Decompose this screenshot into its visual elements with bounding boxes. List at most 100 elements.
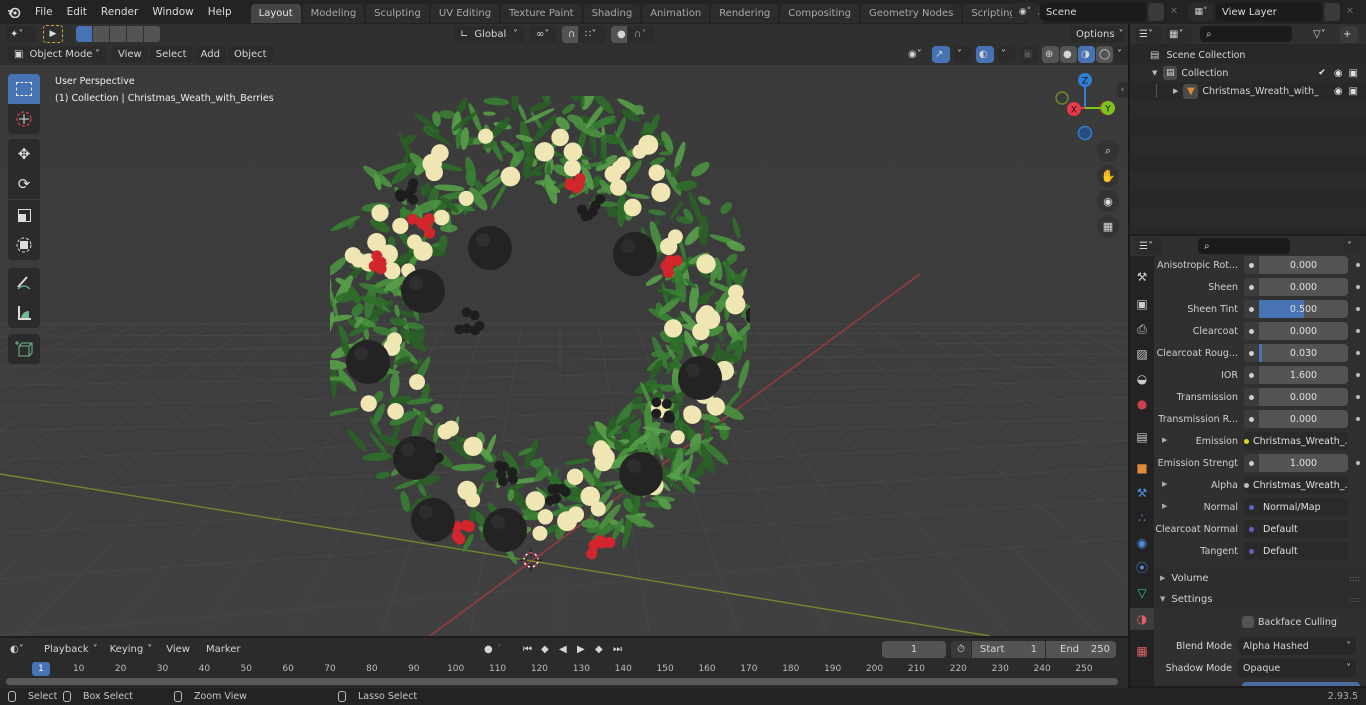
- timeline-scrollbar[interactable]: [6, 678, 1118, 685]
- select-extend-icon[interactable]: [93, 26, 109, 42]
- outliner-editor-type-button[interactable]: ☰˅: [1136, 25, 1162, 43]
- end-frame-field[interactable]: End 250: [1046, 641, 1116, 658]
- overlay-toggle[interactable]: ◐: [976, 46, 994, 63]
- blender-logo-icon[interactable]: [0, 6, 28, 18]
- zoom-view-icon[interactable]: ⌕: [1097, 140, 1119, 162]
- annotate-tool[interactable]: [8, 268, 40, 298]
- keyframe-dot-icon[interactable]: [1356, 329, 1360, 333]
- expand-arrow-icon[interactable]: ▶: [1162, 502, 1167, 510]
- socket-icon[interactable]: [1244, 388, 1259, 406]
- property-value-field[interactable]: 1.000: [1244, 454, 1348, 472]
- scene-selector-icon[interactable]: ◉˅: [1012, 3, 1038, 21]
- properties-search-input[interactable]: ⌕: [1198, 238, 1290, 254]
- display-mode-dropdown[interactable]: ▦˅: [1166, 25, 1192, 43]
- jump-to-next-keyframe-icon[interactable]: ◆: [592, 641, 609, 658]
- select-subtract-icon[interactable]: [110, 26, 126, 42]
- select-intersect-icon[interactable]: [144, 26, 160, 42]
- timeline-menu-view[interactable]: View: [158, 641, 198, 658]
- sidebar-toggle-icon[interactable]: ‹: [1117, 82, 1128, 98]
- play-reverse-icon[interactable]: ◀: [556, 641, 573, 658]
- select-new-icon[interactable]: [76, 26, 92, 42]
- filter-dropdown[interactable]: ▽˅: [1310, 26, 1336, 43]
- menu-file[interactable]: File: [28, 0, 60, 24]
- outliner-row-scene-collection[interactable]: ▤ Scene Collection: [1130, 46, 1366, 64]
- world-tab-icon[interactable]: ●: [1130, 393, 1154, 415]
- scale-tool[interactable]: [8, 200, 40, 230]
- property-value-field[interactable]: 0.000: [1244, 322, 1348, 340]
- viewport-menu-add[interactable]: Add: [194, 46, 226, 63]
- transform-tool[interactable]: [8, 230, 40, 260]
- snap-toggle[interactable]: ∩: [562, 26, 578, 43]
- scene-name-field[interactable]: Scene: [1040, 3, 1146, 21]
- proportional-falloff-dropdown[interactable]: ∩˅: [628, 26, 654, 43]
- keyframe-dot-icon[interactable]: [1356, 395, 1360, 399]
- socket-icon[interactable]: [1244, 300, 1259, 318]
- keyframe-dot-icon[interactable]: [1356, 351, 1360, 355]
- cursor-tool[interactable]: [8, 104, 40, 134]
- viewport-menu-object[interactable]: Object: [227, 46, 273, 63]
- shading-options-dropdown[interactable]: ˅: [1114, 46, 1128, 63]
- socket-icon[interactable]: [1244, 256, 1259, 274]
- camera-icon[interactable]: ▣: [1349, 86, 1358, 97]
- scene-tab-icon[interactable]: ◒: [1130, 368, 1154, 390]
- volume-panel-header[interactable]: ▶ Volume ::::: [1154, 568, 1366, 588]
- camera-view-icon[interactable]: ◉: [1097, 190, 1119, 212]
- data-tab-icon[interactable]: ▽: [1130, 582, 1154, 604]
- particles-tab-icon[interactable]: ∴: [1130, 507, 1154, 529]
- expand-arrow-icon[interactable]: ▶: [1173, 87, 1178, 95]
- tab-uv-editing[interactable]: UV Editing: [430, 4, 500, 23]
- tab-sculpting[interactable]: Sculpting: [366, 4, 429, 23]
- exclude-checkbox[interactable]: ✔: [1318, 68, 1326, 78]
- properties-options-dropdown[interactable]: ˅: [1344, 237, 1360, 255]
- property-link-field[interactable]: Christmas_Wreath_...: [1244, 432, 1348, 450]
- snap-target-dropdown[interactable]: ∷˅: [579, 26, 605, 43]
- new-view-layer-icon[interactable]: [1324, 3, 1340, 21]
- add-cube-tool[interactable]: [8, 334, 40, 364]
- overlay-dropdown[interactable]: ˅: [998, 46, 1016, 63]
- socket-icon[interactable]: [1244, 498, 1259, 516]
- keyframe-dot-icon[interactable]: [1356, 307, 1360, 311]
- blend-mode-dropdown[interactable]: Alpha Hashed ˅: [1238, 637, 1356, 655]
- gizmo-dropdown[interactable]: ˅: [954, 46, 972, 63]
- modifier-tab-icon[interactable]: ⚒: [1130, 482, 1154, 504]
- gizmo-toggle[interactable]: ↗: [932, 46, 950, 63]
- keyframe-dot-icon[interactable]: [1356, 373, 1360, 377]
- property-link-field[interactable]: Christmas_Wreath_...: [1244, 476, 1348, 494]
- viewport-menu-view[interactable]: View: [112, 46, 148, 63]
- property-value-field[interactable]: 0.000: [1244, 278, 1348, 296]
- play-icon[interactable]: ▶: [574, 641, 591, 658]
- timeline-menu-marker[interactable]: Marker: [198, 641, 249, 658]
- constraints-tab-icon[interactable]: ⦿: [1130, 557, 1154, 579]
- tab-geometry-nodes[interactable]: Geometry Nodes: [860, 4, 962, 23]
- tab-compositing[interactable]: Compositing: [780, 4, 859, 23]
- shadow-mode-dropdown[interactable]: Opaque ˅: [1238, 659, 1356, 677]
- transform-orientation-dropdown[interactable]: ∟ Global ˅: [454, 26, 524, 43]
- socket-icon[interactable]: [1244, 344, 1259, 362]
- expand-arrow-icon[interactable]: ▶: [1162, 436, 1167, 444]
- tool-tab-icon[interactable]: ⚒: [1130, 266, 1154, 288]
- property-link-field[interactable]: Default: [1244, 520, 1348, 538]
- property-value-field[interactable]: 0.030: [1244, 344, 1348, 362]
- current-frame-field[interactable]: 1: [882, 641, 946, 658]
- drag-handle-icon[interactable]: ::::: [1349, 574, 1360, 583]
- eye-icon[interactable]: ◉: [1334, 68, 1343, 79]
- object-tab-icon[interactable]: ■: [1130, 457, 1154, 479]
- socket-icon[interactable]: [1244, 366, 1259, 384]
- pivot-point-dropdown[interactable]: ∞˅: [530, 26, 556, 43]
- measure-tool[interactable]: [8, 298, 40, 328]
- view-layer-selector-icon[interactable]: ▦˅: [1188, 3, 1214, 21]
- outliner-row-collection[interactable]: ▼ ▤ Collection ✔ ◉ ▣: [1130, 64, 1366, 82]
- texture-tab-icon[interactable]: ▦: [1130, 640, 1154, 662]
- material-tab-icon[interactable]: ◑: [1130, 608, 1154, 630]
- timeline-editor-type-button[interactable]: ◐˅: [7, 641, 35, 658]
- property-value-field[interactable]: 1.600: [1244, 366, 1348, 384]
- clip-threshold-slider[interactable]: [1242, 682, 1360, 686]
- property-value-field[interactable]: 0.500: [1244, 300, 1348, 318]
- select-tool-icon[interactable]: ▶: [43, 25, 63, 43]
- jump-to-start-icon[interactable]: ⏮: [520, 641, 537, 658]
- socket-icon[interactable]: [1244, 410, 1259, 428]
- mode-dropdown[interactable]: ▣ Object Mode ˅: [8, 46, 106, 63]
- current-frame-indicator[interactable]: 1: [32, 662, 50, 676]
- menu-render[interactable]: Render: [94, 0, 145, 24]
- 3d-viewport[interactable]: ✦˅ ▶ ∟ Global ˅ ∞˅ ∩ ∷˅ ● ∩˅ Options ˅ ▣ Obj…: [0, 24, 1128, 636]
